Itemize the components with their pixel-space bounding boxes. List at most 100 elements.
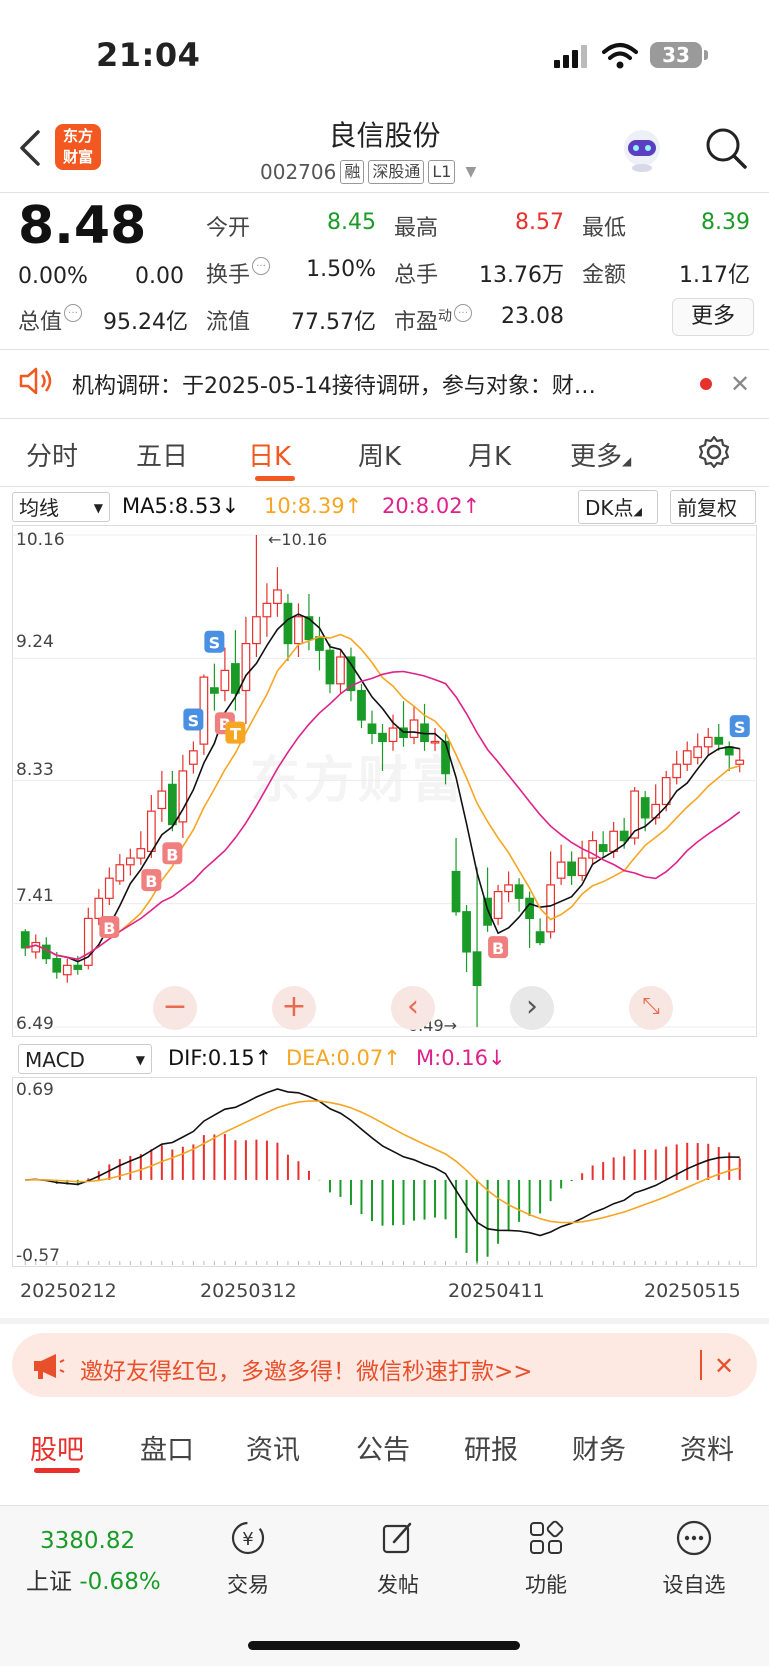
svg-text:¥: ¥: [242, 1529, 253, 1550]
tab-five-day[interactable]: 五日: [136, 436, 188, 473]
tab-pankou[interactable]: 盘口: [140, 1428, 194, 1467]
info-icon[interactable]: …: [252, 257, 271, 275]
margin-tag: 融: [340, 160, 365, 184]
candle-body: [325, 649, 335, 685]
quote-divider: [0, 349, 769, 350]
search-icon[interactable]: [704, 126, 748, 170]
add-watchlist-button[interactable]: 设自选: [644, 1518, 744, 1599]
promo-text[interactable]: 邀好友得红包，多邀多得！微信秒速打款>>: [80, 1352, 533, 1386]
index-change: -0.68%: [79, 1569, 161, 1595]
index-value[interactable]: 3380.82: [40, 1528, 135, 1554]
candle-body: [20, 931, 30, 949]
tab-guba[interactable]: 股吧: [30, 1428, 84, 1467]
robot-assistant-icon[interactable]: [618, 126, 666, 174]
candle-body: [504, 884, 513, 893]
open-label: 今开: [206, 216, 251, 241]
scroll-right-button[interactable]: ›: [510, 986, 554, 1030]
candle-body: [556, 861, 566, 879]
stock-code-row: 002706 融 深股通 L1 ▼: [260, 158, 476, 186]
tab-research[interactable]: 研报: [464, 1428, 518, 1467]
scroll-left-button[interactable]: ‹: [391, 986, 435, 1030]
candle-body: [472, 951, 482, 987]
tab-intraday[interactable]: 分时: [26, 436, 78, 473]
tab-weekly-k[interactable]: 周K: [358, 436, 401, 473]
dea-value: DEA:0.07↑: [286, 1046, 401, 1070]
notice-close-icon[interactable]: ✕: [730, 370, 750, 398]
tab-daily-k[interactable]: 日K: [248, 436, 291, 473]
macd-select[interactable]: MACD ▼: [18, 1044, 152, 1074]
ma5-value: MA5:8.53↓: [122, 494, 240, 518]
dropdown-triangle-icon: ◢: [633, 505, 642, 518]
tab-more-label: 更多: [570, 442, 623, 472]
unread-dot: [700, 378, 712, 390]
dropdown-caret-icon[interactable]: ▼: [465, 164, 476, 180]
ma-select[interactable]: 均线 ▼: [12, 492, 110, 522]
more-metrics-button[interactable]: 更多: [672, 298, 754, 336]
tab-profile[interactable]: 资料: [680, 1428, 734, 1467]
zoom-in-button[interactable]: +: [272, 986, 316, 1030]
candle-body: [514, 884, 524, 899]
y-tick-label: 6.49: [16, 1014, 54, 1034]
tab-finance[interactable]: 财务: [572, 1428, 626, 1467]
high-label: 最高: [394, 216, 439, 241]
candle-body: [157, 790, 167, 810]
header-divider: [0, 192, 769, 193]
low-value: 8.39: [701, 210, 750, 235]
candle-body: [651, 803, 661, 819]
fullscreen-expand-icon[interactable]: ⤡: [629, 986, 673, 1030]
candle-body: [146, 810, 156, 852]
tab-more[interactable]: 更多◢: [570, 436, 631, 473]
info-icon[interactable]: …: [454, 304, 473, 322]
candle-body: [94, 897, 104, 920]
pe-value: 23.08: [501, 304, 564, 329]
candle-body: [567, 861, 577, 877]
tab-monthly-k[interactable]: 月K: [468, 436, 511, 473]
tab-announcements[interactable]: 公告: [356, 1428, 410, 1467]
dk-point-label: DK点: [585, 496, 634, 520]
signal-label: B: [103, 919, 115, 938]
candle-body: [73, 964, 83, 970]
candle-body: [367, 723, 377, 735]
signal-label: S: [734, 718, 746, 737]
grid-icon: [496, 1518, 596, 1569]
volume-label: 总手: [394, 263, 439, 288]
candle-body: [661, 777, 671, 806]
y-tick-label: 10.16: [16, 530, 65, 550]
macd-tick-label: -0.57: [16, 1246, 60, 1266]
dk-point-button[interactable]: DK点◢: [578, 490, 658, 524]
more-dots-icon: [644, 1518, 744, 1569]
settings-gear-icon[interactable]: [696, 434, 732, 470]
tab-news[interactable]: 资讯: [246, 1428, 300, 1467]
candle-body: [640, 797, 650, 819]
candle-body: [409, 719, 419, 739]
change-amount: 0.00: [135, 264, 184, 289]
candle-body: [441, 740, 450, 775]
max-price-label: 10.16: [281, 530, 328, 549]
candle-body: [294, 616, 303, 645]
dif-value: DIF:0.15↑: [168, 1046, 273, 1070]
y-tick-label: 9.24: [16, 632, 54, 652]
functions-button[interactable]: 功能: [496, 1518, 596, 1599]
info-icon[interactable]: …: [64, 304, 83, 322]
index-name-row[interactable]: 上证 -0.68%: [26, 1562, 161, 1596]
yen-exchange-icon: ¥: [198, 1518, 298, 1569]
macd-chart[interactable]: [12, 1077, 757, 1267]
tabs-divider: [0, 486, 769, 487]
candle-body: [315, 636, 324, 651]
adjust-button[interactable]: 前复权: [670, 490, 756, 524]
candle-body: [62, 964, 72, 976]
candle-body: [210, 687, 219, 694]
x-date-label: 20250411: [448, 1280, 545, 1302]
pe-dynamic-sup: 动: [438, 308, 453, 325]
post-button[interactable]: 发帖: [348, 1518, 448, 1599]
promo-close-icon[interactable]: ✕: [714, 1352, 734, 1380]
megaphone-icon: [34, 1354, 65, 1379]
notice-text[interactable]: 机构调研：于2025-05-14接待调研，参与对象：财…: [72, 368, 682, 400]
trade-button[interactable]: ¥ 交易: [198, 1518, 298, 1599]
candle-body: [262, 602, 272, 618]
candle-body: [283, 602, 293, 645]
candle-body: [388, 727, 398, 743]
zoom-out-button[interactable]: −: [153, 986, 197, 1030]
speaker-icon: [19, 367, 52, 395]
kline-chart[interactable]: BBBSSBTSBBS: [12, 525, 757, 1037]
